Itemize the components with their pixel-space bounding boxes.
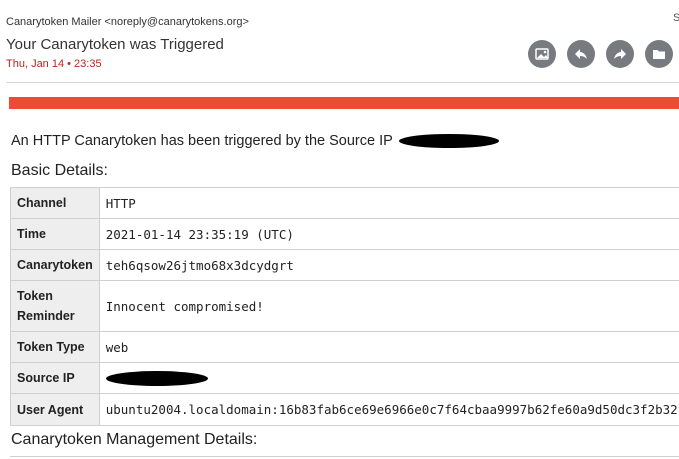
trigger-message: An HTTP Canarytoken has been triggered b… — [11, 133, 499, 149]
detail-value: ubuntu2004.localdomain:16b83fab6ce69e696… — [98, 393, 679, 426]
forward-icon — [614, 49, 626, 59]
alert-banner-bar — [9, 97, 679, 109]
redacted-ip — [105, 371, 208, 386]
sender: Canarytoken Mailer <noreply@canarytokens… — [6, 16, 249, 28]
table-row: Time 2021-01-14 23:35:19 (UTC) — [10, 218, 679, 250]
header-divider — [6, 82, 679, 83]
detail-value: HTTP — [98, 187, 679, 219]
table-bottom-border — [10, 456, 679, 457]
table-row: Token Reminder Innocent compromised! — [10, 280, 679, 332]
detail-value: web — [98, 331, 679, 363]
email-actions — [528, 40, 673, 68]
email-date: Thu, Jan 14 • 23:35 — [6, 58, 102, 70]
reply-button[interactable] — [567, 40, 595, 68]
table-row: Channel HTTP — [10, 187, 679, 219]
detail-value-redacted — [98, 362, 679, 394]
corner-text: S — [673, 12, 679, 24]
detail-key: Canarytoken — [10, 249, 100, 281]
details-table: Channel HTTP Time 2021-01-14 23:35:19 (U… — [10, 187, 679, 426]
move-to-folder-button[interactable] — [645, 40, 673, 68]
detail-key: User Agent — [10, 393, 100, 426]
email-header: Canarytoken Mailer <noreply@canarytokens… — [0, 0, 679, 82]
table-row: User Agent ubuntu2004.localdomain:16b83f… — [10, 393, 679, 426]
basic-details-title: Basic Details: — [11, 162, 108, 179]
detail-key: Token Type — [10, 331, 100, 363]
folder-icon — [653, 50, 665, 59]
management-details-title: Canarytoken Management Details: — [11, 431, 258, 448]
redacted-ip — [398, 134, 499, 149]
reply-icon — [575, 49, 587, 59]
forward-button[interactable] — [606, 40, 634, 68]
detail-value: 2021-01-14 23:35:19 (UTC) — [98, 218, 679, 250]
table-row: Token Type web — [10, 331, 679, 363]
trigger-text: An HTTP Canarytoken has been triggered b… — [11, 133, 393, 149]
detail-key: Token Reminder — [10, 280, 100, 332]
table-row: Source IP — [10, 362, 679, 394]
table-row: Canarytoken teh6qsow26jtmo68x3dcydgrt — [10, 249, 679, 281]
show-images-button[interactable] — [528, 40, 556, 68]
detail-value: Innocent compromised! — [98, 280, 679, 332]
detail-value: teh6qsow26jtmo68x3dcydgrt — [98, 249, 679, 281]
detail-key: Time — [10, 218, 100, 250]
image-icon — [535, 48, 549, 60]
detail-key: Source IP — [10, 362, 100, 394]
detail-key: Channel — [10, 187, 100, 219]
email-subject: Your Canarytoken was Triggered — [6, 36, 224, 53]
